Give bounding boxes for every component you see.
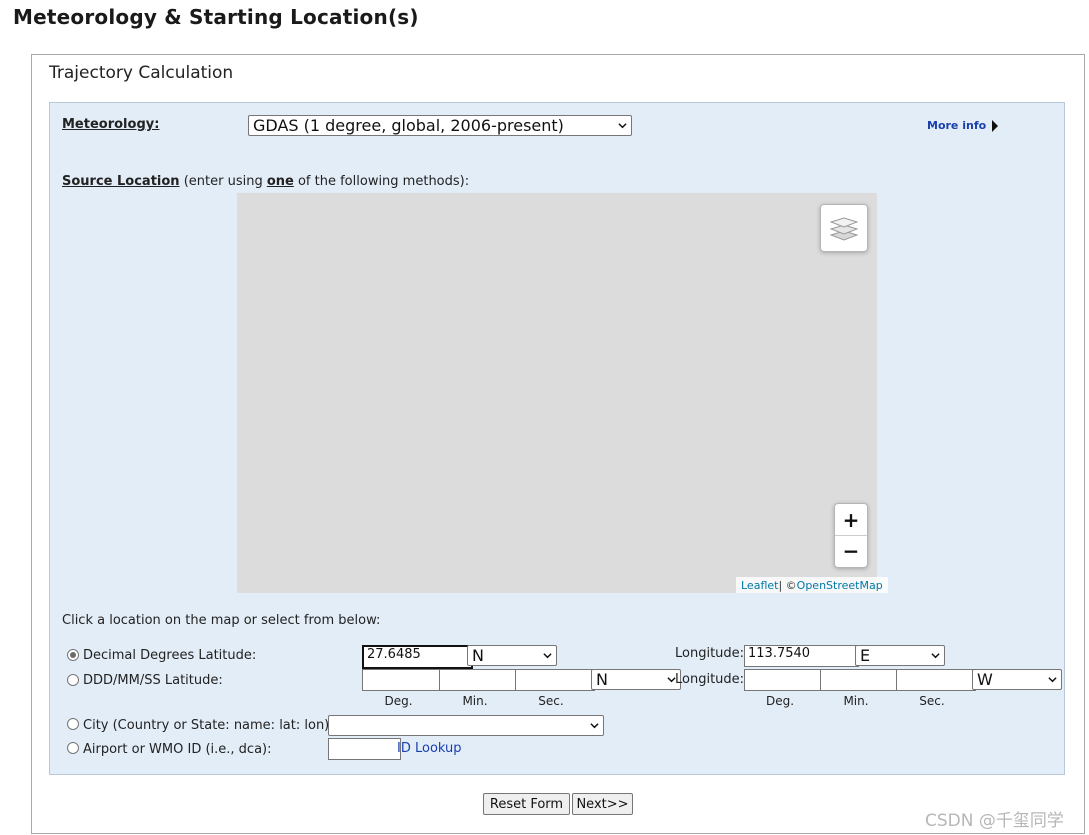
dms-lon-dir-value: W [977,670,993,689]
meteorology-label: Meteorology: [62,117,160,132]
source-hint-post: of the following methods): [293,174,470,189]
city-select[interactable] [328,715,604,736]
more-info-link[interactable]: More info [927,119,999,132]
source-hint-bold: one [266,174,294,189]
decimal-latitude-input[interactable]: 27.6485 [362,645,473,669]
layers-button[interactable] [820,204,868,252]
dms-latitude-dir-select[interactable]: N [591,669,681,690]
leaflet-link[interactable]: Leaflet [741,579,778,592]
next-button[interactable]: Next>> [572,793,633,815]
dms-label: DDD/MM/SS Latitude: [83,673,223,688]
reset-form-button[interactable]: Reset Form [483,793,570,815]
airport-id-input[interactable] [328,738,401,760]
click-instruction: Click a location on the map or select fr… [62,613,381,628]
lon-deg-caption: Deg. [765,694,795,708]
watermark: CSDN @千玺同学 [925,811,1064,831]
dms-lat-min-input[interactable] [439,669,519,691]
lon-min-caption: Min. [843,694,869,708]
id-lookup-link[interactable]: ID Lookup [397,741,462,756]
attribution-separator: | © [778,578,797,592]
lon-sec-caption: Sec. [919,694,945,708]
more-info-label: More info [927,119,987,132]
play-triangle-icon [992,119,999,132]
chevron-down-icon [931,653,940,659]
page-title: Meteorology & Starting Location(s) [13,5,419,29]
source-location-label: Source Location [62,174,180,189]
decimal-longitude-label: Longitude: [675,646,745,661]
source-hint-pre: (enter using [179,174,267,189]
map-attribution: Leaflet | © OpenStreetMap [736,577,888,593]
decimal-lon-dir-value: E [860,646,871,665]
lat-deg-caption: Deg. [384,694,413,708]
chevron-down-icon [1048,677,1057,683]
airport-label: Airport or WMO ID (i.e., dca): [83,742,272,757]
dms-lat-sec-input[interactable] [515,669,595,691]
lat-sec-caption: Sec. [538,694,564,708]
openstreetmap-link[interactable]: OpenStreetMap [797,579,883,592]
dms-lat-dir-value: N [596,670,608,689]
airport-radio[interactable] [67,742,79,754]
dms-radio[interactable] [67,674,79,686]
meteorology-select[interactable]: GDAS (1 degree, global, 2006-present) [248,115,632,136]
decimal-latitude-dir-select[interactable]: N [467,645,557,666]
meteorology-selected-value: GDAS (1 degree, global, 2006-present) [253,116,564,135]
zoom-out-button[interactable]: − [835,535,867,566]
chevron-down-icon [543,653,552,659]
lat-min-caption: Min. [462,694,488,708]
zoom-control: + − [834,503,868,568]
decimal-degrees-radio[interactable] [67,649,79,661]
chevron-down-icon [618,123,627,129]
dms-longitude-dir-select[interactable]: W [972,669,1062,690]
dms-lon-min-input[interactable] [820,669,900,691]
dms-lon-deg-input[interactable] [744,669,824,691]
source-location-line: Source Location (enter using one of the … [62,174,469,189]
city-radio[interactable] [67,718,79,730]
layers-icon [830,217,858,241]
dms-lat-deg-input[interactable] [362,669,443,691]
decimal-longitude-input[interactable]: 113.7540 [744,645,859,667]
decimal-longitude-dir-select[interactable]: E [855,645,945,666]
map[interactable] [237,193,877,593]
city-label: City (Country or State: name: lat: lon): [83,718,334,733]
dms-lon-sec-input[interactable] [896,669,976,691]
dms-longitude-label: Longitude: [675,672,745,687]
decimal-lat-dir-value: N [472,646,484,665]
zoom-in-button[interactable]: + [835,504,867,536]
chevron-down-icon [590,723,599,729]
decimal-degrees-label: Decimal Degrees Latitude: [83,648,257,663]
panel-title: Trajectory Calculation [49,63,234,83]
